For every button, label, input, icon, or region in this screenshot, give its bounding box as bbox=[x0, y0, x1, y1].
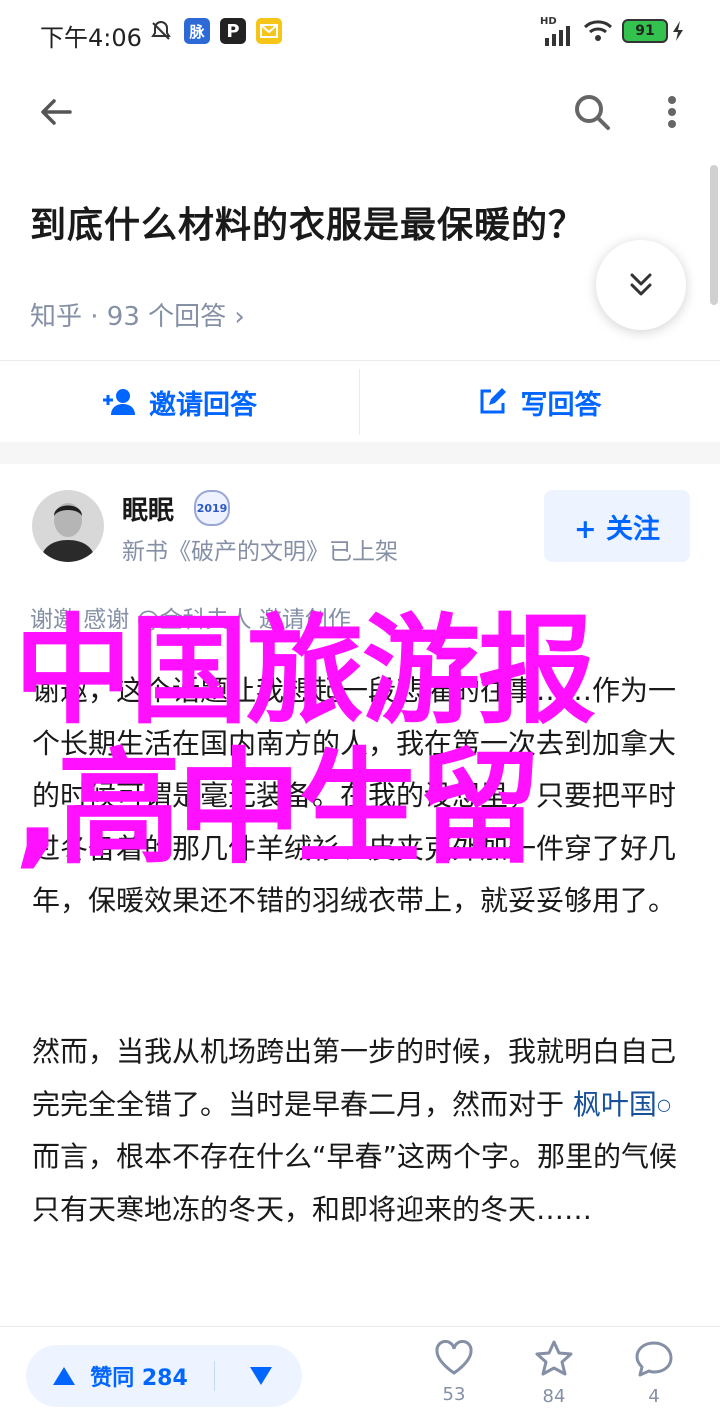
battery-icon: 91 bbox=[622, 18, 668, 44]
action-bar: 邀请回答 写回答 bbox=[0, 360, 720, 444]
invite-answer-button[interactable]: 邀请回答 bbox=[0, 361, 358, 443]
triangle-down-icon bbox=[250, 1367, 272, 1385]
follow-button[interactable]: + 关注 bbox=[544, 490, 690, 562]
author-name[interactable]: 眠眠 bbox=[122, 490, 174, 527]
write-answer-button[interactable]: 写回答 bbox=[360, 361, 718, 443]
downvote-button[interactable] bbox=[226, 1345, 296, 1407]
vote-pill: 赞同 284 bbox=[26, 1345, 302, 1407]
invite-strip-text: 谢邀 感谢 @金科夫人 邀请创作 bbox=[30, 607, 351, 633]
upvote-button[interactable]: 赞同 284 bbox=[26, 1345, 214, 1407]
link-text: 枫叶国 bbox=[572, 1087, 657, 1121]
question-meta[interactable]: 知乎 · 93 个回答 › bbox=[30, 296, 245, 333]
thanks-button[interactable]: 53 bbox=[414, 1340, 494, 1405]
collapse-button[interactable] bbox=[596, 240, 686, 330]
edit-icon bbox=[480, 388, 506, 414]
paragraph-text: 而言，根本不存在什么“早春”这两个字。那里的气候只有天寒地冻的冬天，和即将迎来的… bbox=[32, 1140, 678, 1226]
comment-bubble-icon bbox=[635, 1341, 673, 1377]
maple-country-link[interactable]: 枫叶国○ bbox=[573, 1088, 671, 1121]
more-vertical-icon[interactable] bbox=[650, 88, 694, 136]
toolbar bbox=[0, 58, 720, 162]
status-bar: 下午4:06 脉 P HD 91 bbox=[0, 0, 720, 58]
hd-signal-icon bbox=[540, 22, 576, 48]
add-person-icon bbox=[103, 389, 135, 415]
author-badge-icon: 2019 bbox=[194, 490, 230, 526]
heart-icon bbox=[435, 1340, 473, 1375]
upvote-label: 赞同 284 bbox=[90, 1366, 188, 1391]
scrollbar[interactable] bbox=[710, 165, 718, 305]
charging-icon bbox=[670, 18, 686, 44]
vote-divider bbox=[214, 1361, 215, 1391]
search-small-icon: ○ bbox=[656, 1094, 671, 1114]
thanks-count: 53 bbox=[442, 1384, 466, 1405]
answer-paragraph: 然而，当我从机场跨出第一步的时候，我就明白自己完完全全错了。当时是早春二月，然而… bbox=[32, 1026, 692, 1236]
wifi-icon bbox=[582, 18, 614, 44]
write-answer-label: 写回答 bbox=[520, 389, 602, 421]
mail-badge-icon bbox=[256, 18, 282, 44]
collect-button[interactable]: 84 bbox=[514, 1340, 594, 1407]
battery-level: 91 bbox=[622, 19, 668, 43]
double-chevron-down-icon bbox=[630, 273, 652, 296]
mai-badge-icon: 脉 bbox=[184, 18, 210, 44]
back-arrow-icon[interactable] bbox=[32, 88, 80, 136]
answer-paragraph: 谢邀，这个话题让我想起一段悲催的往事……作为一个长期生活在国内南方的人，我在第一… bbox=[32, 674, 677, 917]
avatar[interactable] bbox=[32, 490, 104, 562]
collect-count: 84 bbox=[542, 1386, 566, 1407]
search-icon[interactable] bbox=[568, 88, 616, 136]
mai-badge: 脉 bbox=[184, 18, 210, 44]
triangle-up-icon bbox=[53, 1367, 76, 1385]
comment-count: 4 bbox=[648, 1386, 660, 1407]
question-title[interactable]: 到底什么材料的衣服是最保暖的？ bbox=[30, 196, 585, 248]
invite-answer-label: 邀请回答 bbox=[149, 389, 257, 421]
section-gap bbox=[0, 442, 720, 464]
mute-icon bbox=[148, 18, 174, 44]
comment-button[interactable]: 4 bbox=[614, 1340, 694, 1407]
p-badge-icon: P bbox=[220, 18, 246, 44]
star-icon bbox=[535, 1340, 573, 1376]
author-subtitle: 新书《破产的文明》已上架 bbox=[122, 539, 398, 565]
status-time: 下午4:06 bbox=[40, 24, 142, 52]
p-badge: P bbox=[220, 18, 246, 44]
invite-strip: 谢邀 感谢 @金科夫人 邀请创作 bbox=[30, 600, 690, 636]
